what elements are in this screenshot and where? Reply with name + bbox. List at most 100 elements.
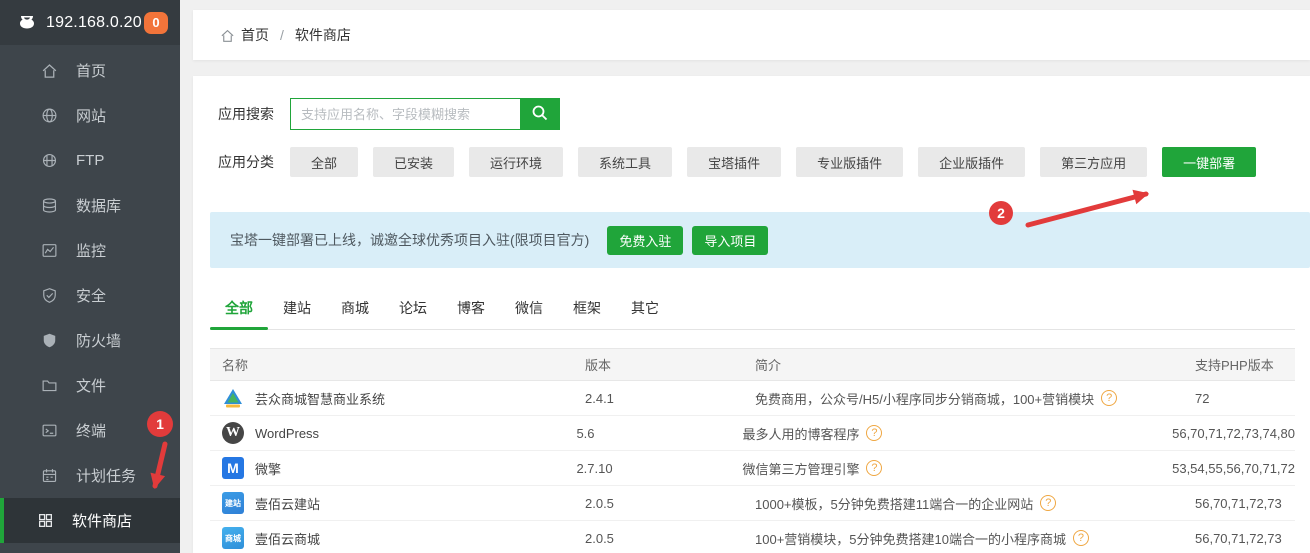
app-name: 壹佰云建站: [255, 496, 321, 512]
help-icon[interactable]: ?: [1072, 530, 1089, 546]
one-click-deploy-button[interactable]: 一键部署: [1162, 147, 1257, 177]
help-icon[interactable]: ?: [866, 460, 883, 476]
sidebar-item-label: 监控: [76, 243, 107, 260]
sidebar-item-label: 计划任务: [76, 468, 137, 485]
app-version: 5.6: [576, 425, 595, 441]
category-btplugin-button[interactable]: 宝塔插件: [687, 147, 782, 177]
sidebar-item-ftp[interactable]: FTP: [0, 138, 180, 183]
grid-icon: [37, 512, 55, 530]
category-runtime-button[interactable]: 运行环境: [469, 147, 564, 177]
search-button[interactable]: [520, 98, 560, 130]
table-row[interactable]: 建站 壹佰云建站 2.0.5 1000+模板，5分钟免费搭建11端合一的企业网站…: [210, 486, 1295, 521]
free-join-button[interactable]: 免费入驻: [607, 225, 684, 255]
app-php-versions: 56,70,71,72,73,74,80: [1172, 425, 1295, 441]
tab-all[interactable]: 全部: [210, 288, 268, 330]
app-desc: 最多人用的博客程序: [742, 426, 860, 442]
sidebar-item-monitor[interactable]: 监控: [0, 228, 180, 273]
column-header-name: 名称: [222, 358, 249, 373]
table-row[interactable]: 芸众商城智慧商业系统 2.4.1 免费商用，公众号/H5/小程序同步分销商城，1…: [210, 381, 1295, 416]
column-header-desc: 简介: [755, 358, 782, 373]
app-name: 微擎: [255, 461, 282, 477]
table-header: 名称 版本 简介 支持PHP版本: [210, 348, 1295, 381]
sidebar-item-website[interactable]: 网站: [0, 93, 180, 138]
tab-other[interactable]: 其它: [616, 288, 674, 329]
sidebar-item-firewall[interactable]: 防火墙: [0, 318, 180, 363]
help-icon[interactable]: ?: [866, 425, 883, 441]
search-icon: [531, 104, 549, 125]
yibaiyun-site-logo-icon: 建站: [222, 492, 244, 514]
message-count-badge[interactable]: 0: [144, 11, 168, 34]
server-ip: 192.168.0.20: [46, 13, 142, 31]
ftp-transfer-icon: [41, 152, 59, 170]
sidebar-item-label: 安全: [76, 288, 107, 305]
appstore-panel: 应用搜索 应用分类 全部 已安装 运行环境 系统工具 宝塔插件 专业版插件 企业…: [193, 76, 1310, 553]
category-label: 应用分类: [218, 154, 274, 170]
notice-text: 宝塔一键部署已上线，诚邀全球优秀项目入驻(限项目官方): [230, 232, 590, 248]
table-row[interactable]: 商城 壹佰云商城 2.0.5 100+营销模块，5分钟免费搭建10端合一的小程序…: [210, 521, 1295, 553]
app-desc: 微信第三方管理引擎: [742, 461, 860, 477]
app-version: 2.0.5: [585, 530, 614, 546]
sidebar-item-terminal[interactable]: 终端: [0, 408, 180, 453]
app-search-row: 应用搜索: [193, 98, 1310, 130]
weiqin-logo-icon: M: [222, 457, 244, 479]
sidebar: 192.168.0.20 0 首页 网站 FTP 数据库 监控 安全 防火墙 文…: [0, 0, 180, 553]
yunzhong-logo-icon: [222, 387, 244, 409]
wordpress-logo-icon: W: [222, 422, 244, 444]
apps-table: 名称 版本 简介 支持PHP版本 芸众商城智慧商业系统 2.4.1 免费商用，公…: [210, 348, 1295, 553]
tab-blog[interactable]: 博客: [442, 288, 500, 329]
sidebar-item-label: 首页: [76, 63, 107, 80]
tab-sitebuild[interactable]: 建站: [268, 288, 326, 329]
tab-mall[interactable]: 商城: [326, 288, 384, 329]
sidebar-item-security[interactable]: 安全: [0, 273, 180, 318]
category-pro-plugin-button[interactable]: 专业版插件: [796, 147, 904, 177]
app-name: 壹佰云商城: [255, 531, 321, 547]
terminal-icon: [41, 422, 59, 440]
breadcrumb: 首页 / 软件商店: [193, 10, 1310, 60]
sidebar-item-home[interactable]: 首页: [0, 48, 180, 93]
column-header-version: 版本: [585, 358, 612, 373]
search-label: 应用搜索: [218, 106, 274, 122]
shield-icon: [41, 332, 59, 350]
sidebar-item-database[interactable]: 数据库: [0, 183, 180, 228]
import-project-button[interactable]: 导入项目: [692, 225, 769, 255]
sidebar-item-appstore[interactable]: 软件商店: [0, 498, 180, 543]
search-input[interactable]: [290, 98, 520, 130]
app-desc: 免费商用，公众号/H5/小程序同步分销商城，100+营销模块: [755, 391, 1095, 407]
deploy-notice-banner: 宝塔一键部署已上线，诚邀全球优秀项目入驻(限项目官方) 免费入驻 导入项目: [210, 212, 1310, 268]
sidebar-item-label: 终端: [76, 423, 107, 440]
monitor-chart-icon: [41, 242, 59, 260]
sidebar-item-files[interactable]: 文件: [0, 363, 180, 408]
category-thirdparty-button[interactable]: 第三方应用: [1040, 147, 1148, 177]
tab-wechat[interactable]: 微信: [500, 288, 558, 329]
sidebar-item-label: 文件: [76, 378, 107, 395]
baota-logo-icon: [16, 12, 38, 34]
breadcrumb-separator: /: [280, 27, 284, 43]
category-installed-button[interactable]: 已安装: [373, 147, 455, 177]
app-desc: 100+营销模块，5分钟免费搭建10端合一的小程序商城: [755, 531, 1066, 547]
table-row[interactable]: W WordPress 5.6 最多人用的博客程序 ? 56,70,71,72,…: [210, 416, 1295, 451]
app-name: 芸众商城智慧商业系统: [255, 391, 386, 407]
sidebar-item-label: FTP: [76, 152, 105, 169]
tab-framework[interactable]: 框架: [558, 288, 616, 329]
table-row[interactable]: M 微擎 2.7.10 微信第三方管理引擎 ? 53,54,55,56,70,7…: [210, 451, 1295, 486]
sidebar-nav: 首页 网站 FTP 数据库 监控 安全 防火墙 文件 终端 计划任务 软件商店: [0, 45, 180, 543]
app-name: WordPress: [255, 425, 320, 441]
app-php-versions: 72: [1195, 390, 1210, 406]
panel-header: 192.168.0.20 0: [0, 0, 180, 45]
tab-forum[interactable]: 论坛: [384, 288, 442, 329]
column-header-php: 支持PHP版本: [1195, 358, 1274, 373]
app-category-row: 应用分类 全部 已安装 运行环境 系统工具 宝塔插件 专业版插件 企业版插件 第…: [193, 147, 1310, 177]
help-icon[interactable]: ?: [1101, 390, 1118, 406]
home-icon: [220, 27, 236, 43]
deploy-tabs: 全部 建站 商城 论坛 博客 微信 框架 其它: [210, 288, 1295, 330]
globe-icon: [41, 107, 59, 125]
search-group: [290, 98, 560, 130]
category-all-button[interactable]: 全部: [290, 147, 359, 177]
sidebar-item-label: 网站: [76, 108, 107, 125]
category-systools-button[interactable]: 系统工具: [578, 147, 673, 177]
sidebar-item-cron[interactable]: 计划任务: [0, 453, 180, 498]
category-ent-plugin-button[interactable]: 企业版插件: [918, 147, 1026, 177]
breadcrumb-home-link[interactable]: 首页: [241, 25, 269, 45]
help-icon[interactable]: ?: [1040, 495, 1057, 511]
shield-check-icon: [41, 287, 59, 305]
